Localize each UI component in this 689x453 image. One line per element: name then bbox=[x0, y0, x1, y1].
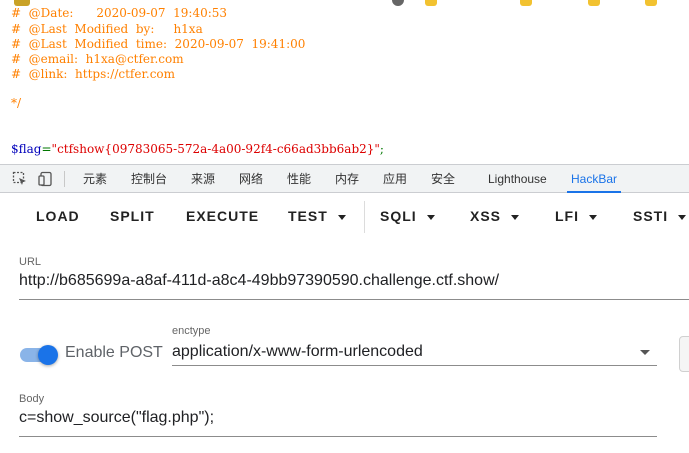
lfi-menu-label: LFI bbox=[555, 208, 579, 224]
hackbar-toolbar: LOAD SPLIT EXECUTE TEST SQLI XSS LFI SST… bbox=[0, 193, 689, 240]
tab-elements[interactable]: 元素 bbox=[83, 165, 107, 193]
body-input[interactable]: c=show_source("flag.php"); bbox=[19, 409, 214, 427]
inspect-element-icon[interactable] bbox=[12, 171, 28, 187]
browser-bookmark-strip bbox=[0, 0, 689, 8]
source-line: # @link: https://ctfer.com bbox=[11, 67, 176, 81]
xss-menu-button[interactable]: XSS bbox=[470, 193, 520, 240]
ssti-menu-label: SSTI bbox=[633, 208, 669, 224]
folder-icon bbox=[645, 0, 657, 6]
lfi-menu-button[interactable]: LFI bbox=[555, 193, 597, 240]
enable-post-toggle[interactable] bbox=[20, 345, 58, 365]
flag-variable: $flag bbox=[11, 142, 42, 156]
execute-button[interactable]: EXECUTE bbox=[186, 193, 259, 240]
tab-console[interactable]: 控制台 bbox=[131, 165, 167, 193]
source-line: # @Last Modified by: h1xa bbox=[11, 22, 203, 36]
source-line: # @Date: 2020-09-07 19:40:53 bbox=[11, 6, 228, 20]
enable-post-label: Enable POST bbox=[65, 344, 163, 361]
tab-sources[interactable]: 来源 bbox=[191, 165, 215, 193]
body-label: Body bbox=[19, 393, 45, 405]
toolbar-divider bbox=[364, 201, 365, 233]
folder-icon bbox=[425, 0, 437, 6]
flag-value: "ctfshow{09783065-572a-4a00-92f4-c66ad3b… bbox=[51, 142, 380, 156]
chevron-down-icon[interactable] bbox=[640, 350, 650, 355]
body-input-underline bbox=[19, 436, 657, 437]
device-toolbar-icon[interactable] bbox=[38, 171, 54, 187]
tab-memory[interactable]: 内存 bbox=[335, 165, 359, 193]
sqli-menu-label: SQLI bbox=[380, 208, 417, 224]
xss-menu-label: XSS bbox=[470, 208, 502, 224]
tab-network[interactable]: 网络 bbox=[239, 165, 263, 193]
bookmark-icon bbox=[14, 0, 30, 6]
tab-hackbar[interactable]: HackBar bbox=[566, 165, 622, 193]
flag-semicolon: ; bbox=[379, 142, 384, 156]
chevron-down-icon bbox=[511, 214, 520, 220]
chevron-down-icon bbox=[337, 214, 346, 220]
tab-performance[interactable]: 性能 bbox=[287, 165, 311, 193]
enctype-label: enctype bbox=[172, 325, 211, 337]
source-line: # @email: h1xa@ctfer.com bbox=[11, 52, 184, 66]
chevron-down-icon bbox=[678, 214, 687, 220]
url-input[interactable]: http://b685699a-a8af-411d-a8c4-49bb97390… bbox=[19, 272, 499, 290]
tab-security[interactable]: 安全 bbox=[431, 165, 455, 193]
hackbar-panel: URL http://b685699a-a8af-411d-a8c4-49bb9… bbox=[0, 240, 689, 453]
folder-icon bbox=[520, 0, 532, 6]
toolbar-divider bbox=[64, 171, 65, 187]
tab-lighthouse[interactable]: Lighthouse bbox=[488, 165, 547, 193]
source-line: */ bbox=[11, 96, 22, 110]
source-code-view: # @Date: 2020-09-07 19:40:53 # @Last Mod… bbox=[0, 0, 689, 164]
source-line: # @Last Modified time: 2020-09-07 19:41:… bbox=[11, 37, 306, 51]
flag-assign: = bbox=[41, 142, 52, 156]
github-icon bbox=[392, 0, 404, 6]
sqli-menu-button[interactable]: SQLI bbox=[380, 193, 435, 240]
toggle-knob bbox=[38, 345, 58, 365]
enctype-select[interactable]: application/x-www-form-urlencoded bbox=[172, 343, 423, 361]
url-label: URL bbox=[19, 256, 42, 268]
tab-application[interactable]: 应用 bbox=[383, 165, 407, 193]
load-button[interactable]: LOAD bbox=[36, 193, 80, 240]
chevron-down-icon bbox=[426, 214, 435, 220]
ssti-menu-button[interactable]: SSTI bbox=[633, 193, 687, 240]
folder-icon bbox=[588, 0, 600, 6]
flag-line: $flag="ctfshow{09783065-572a-4a00-92f4-c… bbox=[11, 142, 384, 156]
side-panel-edge bbox=[679, 336, 689, 372]
devtools-tab-bar: 元素 控制台 来源 网络 性能 内存 应用 安全 Lighthouse Hack… bbox=[0, 164, 689, 193]
chevron-down-icon bbox=[589, 214, 597, 220]
url-input-underline bbox=[19, 299, 689, 300]
split-button[interactable]: SPLIT bbox=[110, 193, 155, 240]
enctype-select-underline bbox=[172, 365, 657, 366]
test-menu-label: TEST bbox=[288, 208, 328, 224]
test-menu-button[interactable]: TEST bbox=[288, 193, 346, 240]
